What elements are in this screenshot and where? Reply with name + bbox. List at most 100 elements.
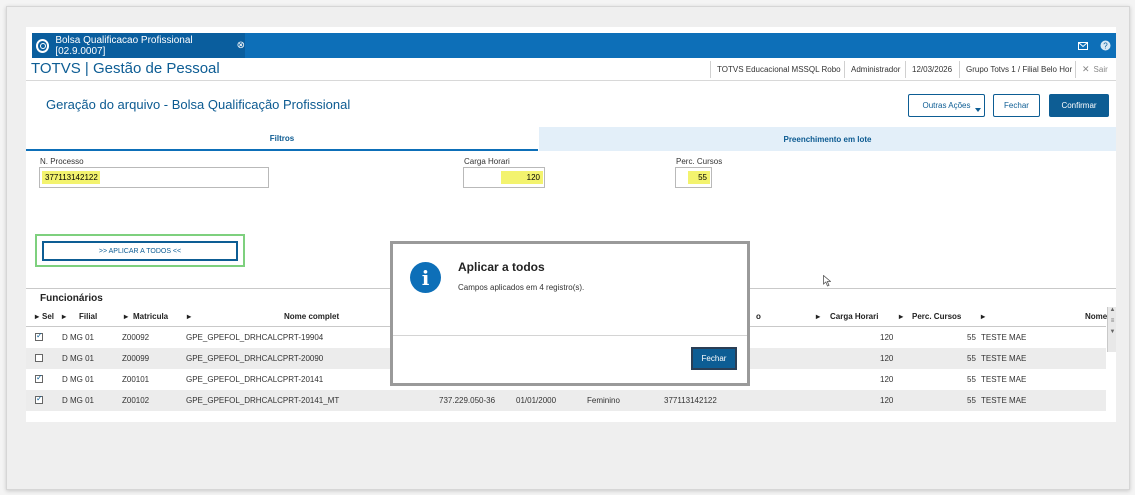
cell-cpf: 737.229.050-36: [439, 396, 496, 405]
cell-carga: 120: [880, 396, 894, 405]
help-icon[interactable]: ?: [1094, 33, 1116, 58]
outras-acoes-button[interactable]: Outras Ações: [908, 94, 985, 117]
perc-cursos-input[interactable]: 55: [675, 167, 712, 188]
aplicar-a-todos-button[interactable]: >> APLICAR A TODOS <<: [42, 241, 238, 261]
col-arrow-icon: ▸: [816, 312, 821, 321]
chevron-down-icon: [975, 108, 981, 112]
row-checkbox[interactable]: [35, 354, 43, 362]
scroll-thumb[interactable]: ≡: [1108, 318, 1116, 329]
section-tabs: Filtros Preenchimento em lote: [26, 127, 1116, 151]
fechar-button[interactable]: Fechar: [993, 94, 1040, 117]
mail-icon[interactable]: [1072, 33, 1094, 58]
close-icon: ✕: [1082, 64, 1090, 74]
cell-filial: D MG 01: [62, 333, 95, 342]
cell-nome: GPE_GPEFOL_DRHCALCPRT-19904: [186, 333, 324, 342]
col-nome[interactable]: Nome complet: [284, 312, 339, 321]
carga-horaria-input[interactable]: 120: [463, 167, 545, 188]
cell-perc: 55: [967, 396, 976, 405]
cell-carga: 120: [880, 375, 894, 384]
col-arrow-icon: ▸: [899, 312, 904, 321]
svg-text:?: ?: [1103, 42, 1108, 51]
scroll-down-icon[interactable]: ▼: [1108, 329, 1116, 340]
date-label[interactable]: 12/03/2026: [905, 61, 960, 78]
col-arrow-icon: ▸: [124, 312, 129, 321]
user-label[interactable]: Administrador: [844, 61, 911, 78]
col-arrow-icon: ▸: [62, 312, 67, 321]
page-title: Geração do arquivo - Bolsa Qualificação …: [46, 97, 351, 112]
cell-carga: 120: [880, 354, 894, 363]
cell-filial: D MG 01: [62, 354, 95, 363]
app-header: TOTVS | Gestão de Pessoal TOTVS Educacio…: [26, 58, 1116, 81]
tab-bolsa-qualificacao[interactable]: Bolsa Qualificacao Profissional [02.9.00…: [32, 33, 245, 58]
dialog-message: Campos aplicados em 4 registro(s).: [458, 283, 585, 292]
grid-scrollbar[interactable]: ▲ ≡ ▼: [1107, 307, 1116, 352]
outras-acoes-label: Outras Ações: [922, 101, 971, 110]
cell-curso: TESTE MAE: [981, 396, 1027, 405]
scroll-up-icon[interactable]: ▲: [1108, 307, 1116, 318]
carga-horaria-label: Carga Horari: [464, 157, 510, 166]
cell-sexo: Feminino: [587, 396, 620, 405]
app-title: TOTVS | Gestão de Pessoal: [31, 60, 220, 77]
confirmar-button[interactable]: Confirmar: [1049, 94, 1109, 117]
totvs-logo-icon: [36, 38, 50, 53]
cell-data-nascimento: 01/01/2000: [516, 396, 557, 405]
apply-focus-ring: >> APLICAR A TODOS <<: [35, 234, 245, 267]
screenshot-frame: Bolsa Qualificacao Profissional [02.9.00…: [6, 6, 1130, 490]
tab-bar: Bolsa Qualificacao Profissional [02.9.00…: [32, 33, 1116, 58]
col-arrow-icon: ▸: [35, 312, 40, 321]
col-arrow-icon: ▸: [981, 312, 986, 321]
cell-nome: GPE_GPEFOL_DRHCALCPRT-20141: [186, 375, 324, 384]
tab-close-icon[interactable]: ⊗: [237, 40, 245, 51]
cell-curso: TESTE MAE: [981, 375, 1027, 384]
col-nome-2[interactable]: Nome: [1085, 312, 1107, 321]
tab-preenchimento-em-lote[interactable]: Preenchimento em lote: [539, 127, 1116, 151]
cell-perc: 55: [967, 354, 976, 363]
perc-cursos-value: 55: [688, 171, 710, 184]
perc-cursos-label: Perc. Cursos: [676, 157, 723, 166]
dialog-divider: [393, 335, 747, 336]
col-filial[interactable]: Filial: [79, 312, 97, 321]
processo-label: N. Processo: [40, 157, 84, 166]
col-matricula[interactable]: Matricula: [133, 312, 168, 321]
col-carga-horaria[interactable]: Carga Horari: [830, 312, 878, 321]
dialog-fechar-button[interactable]: Fechar: [691, 347, 737, 370]
col-arrow-icon: ▸: [187, 312, 192, 321]
col-sel[interactable]: Sel: [42, 312, 54, 321]
environment-label[interactable]: TOTVS Educacional MSSQL Robo: [710, 61, 845, 78]
col-perc-cursos[interactable]: Perc. Cursos: [912, 312, 961, 321]
row-checkbox[interactable]: [35, 394, 43, 404]
table-row[interactable]: D MG 01 Z00102 GPE_GPEFOL_DRHCALCPRT-201…: [26, 390, 1106, 411]
cell-perc: 55: [967, 333, 976, 342]
dialog-border: i Aplicar a todos Campos aplicados em 4 …: [390, 241, 750, 386]
title-bar: Bolsa Qualificacao Profissional [02.9.00…: [26, 27, 1116, 58]
tab-filtros[interactable]: Filtros: [26, 127, 538, 151]
cell-matricula: Z00099: [122, 354, 150, 363]
mouse-cursor-icon: [823, 275, 831, 287]
col-partial[interactable]: o: [756, 312, 761, 321]
processo-input[interactable]: 377113142122: [39, 167, 269, 188]
cell-matricula: Z00092: [122, 333, 150, 342]
cell-perc: 55: [967, 375, 976, 384]
dialog-title: Aplicar a todos: [458, 260, 545, 274]
cell-curso: TESTE MAE: [981, 333, 1027, 342]
cell-nome: GPE_GPEFOL_DRHCALCPRT-20090: [186, 354, 324, 363]
cell-filial: D MG 01: [62, 375, 95, 384]
cell-processo: 377113142122: [664, 396, 717, 405]
aplicar-a-todos-dialog: i Aplicar a todos Campos aplicados em 4 …: [393, 244, 747, 383]
exit-label: Sair: [1093, 65, 1108, 74]
cell-nome: GPE_GPEFOL_DRHCALCPRT-20141_MT: [186, 396, 340, 405]
info-icon: i: [410, 262, 441, 293]
exit-button[interactable]: ✕ Sair: [1075, 61, 1116, 78]
row-checkbox[interactable]: [35, 331, 43, 341]
funcionarios-title: Funcionários: [40, 293, 103, 304]
carga-horaria-value: 120: [501, 171, 543, 184]
cell-carga: 120: [880, 333, 894, 342]
row-checkbox[interactable]: [35, 373, 43, 383]
cell-curso: TESTE MAE: [981, 354, 1027, 363]
processo-value: 377113142122: [42, 171, 100, 184]
branch-label[interactable]: Grupo Totvs 1 / Filial Belo Hor: [959, 61, 1074, 78]
tab-title: Bolsa Qualificacao Profissional [02.9.00…: [55, 34, 193, 57]
cell-matricula: Z00102: [122, 396, 150, 405]
cell-matricula: Z00101: [122, 375, 150, 384]
cell-filial: D MG 01: [62, 396, 95, 405]
